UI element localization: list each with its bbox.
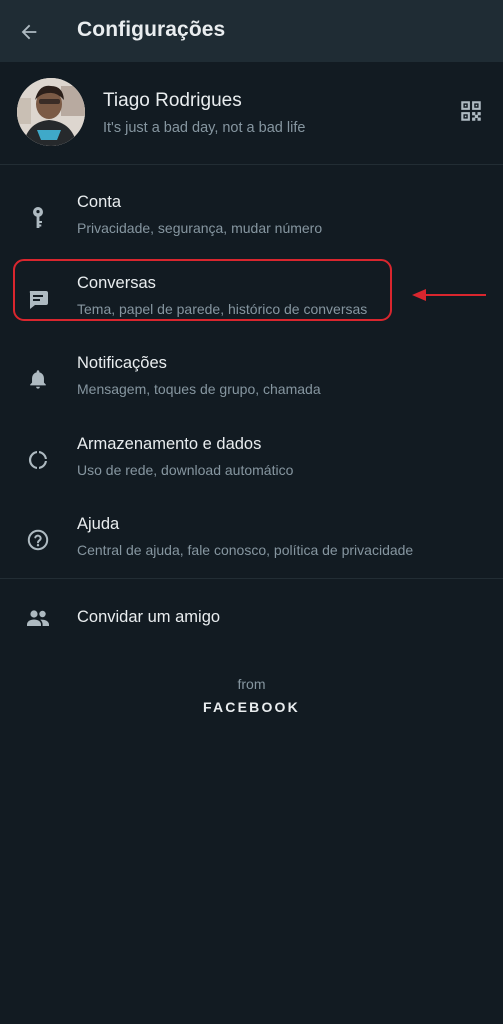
- people-icon: [24, 578, 52, 658]
- from-label: from: [237, 676, 266, 692]
- divider: [0, 164, 503, 165]
- qr-code-icon[interactable]: [458, 98, 488, 128]
- settings-item-subtitle: Uso de rede, download automático: [77, 462, 294, 478]
- settings-item-title: Ajuda: [77, 515, 120, 533]
- avatar[interactable]: [17, 78, 85, 146]
- key-icon: [24, 178, 52, 258]
- profile-name: Tiago Rodrigues: [103, 90, 242, 111]
- settings-item-account[interactable]: Conta Privacidade, segurança, mudar núme…: [0, 178, 503, 258]
- arrow-left-icon[interactable]: [14, 17, 44, 47]
- settings-item-notifications[interactable]: Notificações Mensagem, toques de grupo, …: [0, 339, 503, 419]
- settings-item-storage[interactable]: Armazenamento e dados Uso de rede, downl…: [0, 420, 503, 500]
- settings-item-title: Notificações: [77, 354, 167, 372]
- settings-item-subtitle: Mensagem, toques de grupo, chamada: [77, 381, 321, 397]
- profile-status: It's just a bad day, not a bad life: [103, 120, 306, 136]
- page-title: Configurações: [77, 18, 226, 41]
- settings-item-title: Conta: [77, 193, 122, 211]
- storage-ring-icon: [24, 420, 52, 500]
- app-bar: Configurações: [0, 0, 503, 62]
- arrow-annotation-icon: [412, 289, 486, 301]
- brand-label: FACEBOOK: [203, 699, 300, 715]
- settings-item-help[interactable]: Ajuda Central de ajuda, fale conosco, po…: [0, 500, 503, 580]
- settings-item-title: Armazenamento e dados: [77, 435, 262, 453]
- settings-item-subtitle: Central de ajuda, fale conosco, política…: [77, 542, 414, 558]
- highlight-box: [13, 259, 392, 321]
- settings-screen: Configurações Tiago Rodrigues It's just …: [0, 0, 503, 1024]
- help-circle-icon: [24, 500, 52, 580]
- invite-friend-item[interactable]: Convidar um amigo: [0, 578, 503, 658]
- invite-friend-label: Convidar um amigo: [77, 608, 221, 626]
- profile-card[interactable]: Tiago Rodrigues It's just a bad day, not…: [0, 62, 503, 164]
- settings-item-subtitle: Privacidade, segurança, mudar número: [77, 220, 323, 236]
- bell-icon: [24, 339, 52, 419]
